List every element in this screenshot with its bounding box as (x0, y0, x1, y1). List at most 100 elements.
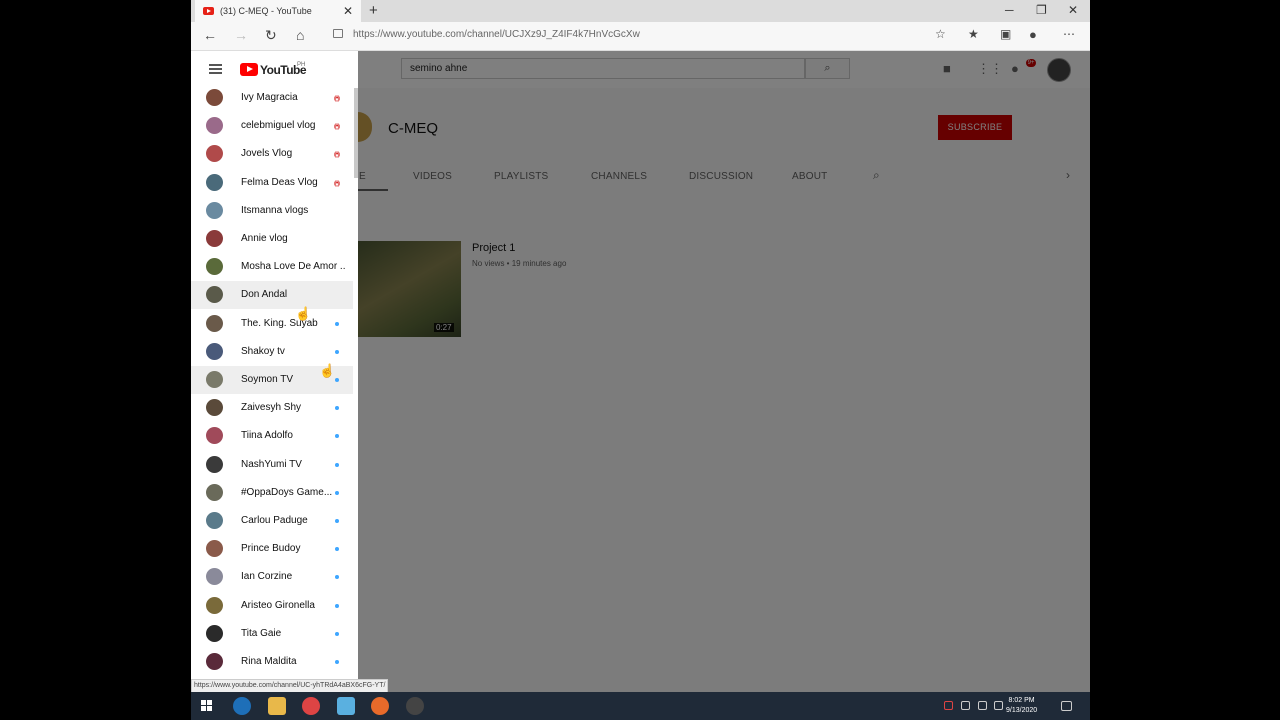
status-bar-url: https://www.youtube.com/channel/UC-yhTRd… (191, 679, 389, 692)
youtube-logo-country: PH (297, 62, 306, 68)
subscription-item[interactable]: Tiina Adolfo (191, 422, 353, 450)
subscription-name: Annie vlog (241, 233, 288, 244)
subscription-name: Mosha Love De Amor ... (241, 261, 346, 273)
refresh-icon[interactable]: ↻ (265, 27, 277, 44)
home-icon[interactable]: ⌂ (296, 27, 304, 43)
subscription-name: Tiina Adolfo (241, 430, 293, 442)
subscription-item[interactable]: Itsmanna vlogs (191, 197, 353, 225)
browser-window: (31) C-MEQ - YouTube ✕ + ─ ❐ ✕ ← → ↻ ⌂ h… (191, 0, 1090, 692)
tray-app-icon[interactable] (944, 701, 953, 710)
taskbar-clock[interactable]: 8:02 PM 9/13/2020 (1006, 696, 1037, 716)
avatar (206, 371, 223, 388)
chrome-taskbar-icon[interactable] (302, 697, 320, 715)
avatar (206, 427, 223, 445)
tray-volume-icon[interactable] (994, 701, 1003, 710)
subscription-item[interactable]: Carlou Paduge (191, 507, 353, 535)
avatar (206, 89, 223, 106)
forward-icon[interactable]: → (234, 27, 248, 43)
subscription-item[interactable]: The. King. Suyab (191, 310, 353, 338)
subscription-item[interactable]: Shakoy tv (191, 338, 353, 366)
subscription-name: The. King. Suyab (241, 317, 318, 329)
more-icon[interactable]: ⋯ (1063, 27, 1075, 41)
subscription-item[interactable]: Aristeo Gironella (191, 592, 353, 620)
subscription-item[interactable]: Jovels Vlog (191, 140, 353, 168)
drawer-scrim[interactable] (358, 51, 1090, 692)
close-window-button[interactable]: ✕ (1068, 3, 1078, 17)
address-bar-row: ← → ↻ ⌂ https://www.youtube.com/channel/… (191, 22, 1090, 51)
clock-time: 8:02 PM (1008, 697, 1035, 704)
subscription-item[interactable]: Tita Gaie (191, 620, 353, 648)
avatar (206, 568, 223, 586)
subscription-item[interactable]: Prince Budoy (191, 535, 353, 563)
avatar (206, 512, 223, 529)
avatar (206, 230, 223, 247)
favorite-star-icon[interactable]: ☆ (935, 27, 946, 41)
profile-icon[interactable]: ● (1029, 27, 1037, 42)
edge-taskbar-icon[interactable] (233, 697, 251, 715)
tray-display-icon[interactable] (978, 701, 987, 710)
minimize-button[interactable]: ─ (1005, 3, 1014, 17)
action-center-icon[interactable] (1061, 701, 1072, 711)
live-icon (331, 121, 342, 130)
new-tab-button[interactable]: + (369, 2, 378, 19)
new-content-dot-icon (335, 321, 339, 326)
subscription-name: Itsmanna vlogs (241, 204, 309, 216)
browser-tab[interactable]: (31) C-MEQ - YouTube ✕ (195, 0, 361, 22)
live-icon (331, 178, 342, 187)
avatar (206, 145, 223, 163)
tab-title: (31) C-MEQ - YouTube (220, 6, 312, 16)
new-content-dot-icon (335, 378, 339, 382)
subscription-item[interactable]: Ian Corzine (191, 563, 353, 591)
subscription-name: Carlou Paduge (241, 515, 308, 526)
avatar (206, 596, 223, 614)
drawer-scrollbar[interactable] (354, 88, 358, 178)
avatar (206, 455, 223, 473)
subscription-name: Ian Corzine (241, 571, 293, 583)
live-icon (331, 93, 342, 102)
subscription-item[interactable]: NashYumi TV (191, 451, 353, 479)
obs-taskbar-icon[interactable] (406, 697, 424, 715)
subscription-name: Prince Budoy (241, 543, 301, 555)
avatar (206, 258, 223, 276)
maximize-button[interactable]: ❐ (1036, 3, 1047, 17)
avatar (206, 173, 223, 191)
firefox-taskbar-icon[interactable] (371, 697, 389, 715)
tab-bar: (31) C-MEQ - YouTube ✕ + ─ ❐ ✕ (191, 0, 1090, 22)
favorites-icon[interactable]: ★ (968, 27, 979, 41)
tray-network-icon[interactable] (961, 701, 970, 710)
collections-icon[interactable]: ▣ (1000, 27, 1011, 41)
youtube-logo-icon[interactable] (240, 63, 258, 76)
app-taskbar-icon[interactable] (337, 697, 355, 715)
avatar (206, 540, 223, 558)
windows-start-icon[interactable] (201, 700, 212, 711)
live-icon (331, 149, 342, 158)
new-content-dot-icon (335, 631, 339, 636)
windows-taskbar: 8:02 PM 9/13/2020 (191, 692, 1090, 720)
subscription-item[interactable]: #OppaDoys Game... (191, 479, 353, 507)
lock-icon (333, 29, 343, 38)
hamburger-menu-icon[interactable] (209, 64, 222, 74)
subscription-item[interactable]: Ivy Magracia (191, 84, 353, 112)
avatar (206, 653, 223, 670)
avatar (206, 342, 223, 360)
new-content-dot-icon (335, 603, 339, 608)
new-content-dot-icon (335, 490, 339, 495)
subscription-name: Don Andal (241, 289, 288, 301)
avatar (206, 314, 223, 332)
clock-date: 9/13/2020 (1006, 707, 1038, 714)
url-field[interactable]: https://www.youtube.com/channel/UCJXz9J_… (353, 29, 640, 40)
subscription-item[interactable]: Felma Deas Vlog (191, 169, 353, 197)
avatar (206, 624, 223, 642)
file-explorer-icon[interactable] (268, 697, 286, 715)
new-content-dot-icon (335, 519, 339, 523)
subscription-item[interactable]: Mosha Love De Amor ... (191, 253, 353, 281)
subscription-name: Shakoy tv (241, 345, 285, 357)
tab-close-icon[interactable]: ✕ (343, 4, 353, 18)
subscription-item[interactable]: Zaivesyh Shy (191, 394, 353, 422)
subscription-item[interactable]: celebmiguel vlog (191, 112, 353, 140)
back-icon[interactable]: ← (203, 27, 217, 43)
subscription-name: Zaivesyh Shy (241, 402, 302, 414)
subscription-item[interactable]: Annie vlog (191, 225, 353, 253)
subscription-item[interactable]: Don Andal (191, 281, 353, 310)
subscription-item[interactable]: Rina Maldita (191, 648, 353, 676)
